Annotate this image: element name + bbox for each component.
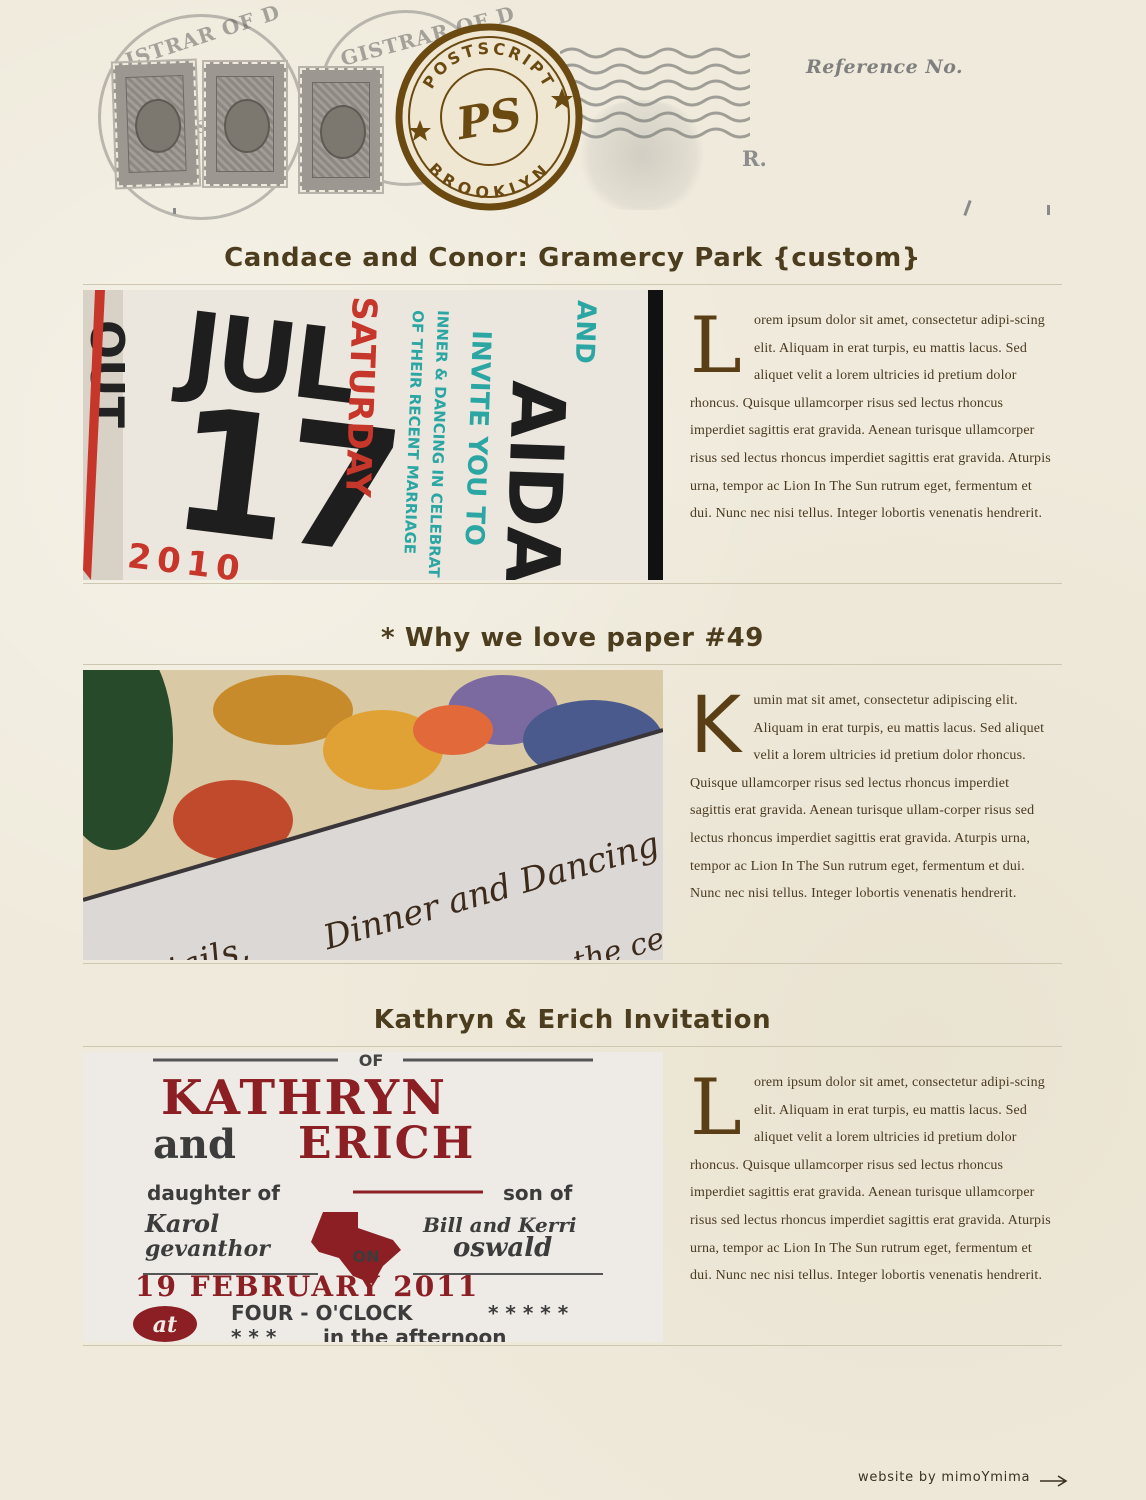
drop-cap: L — [690, 1063, 742, 1153]
post-body-text: orem ipsum dolor sit amet, consectetur a… — [690, 313, 1051, 522]
svg-text:FOUR - O'CLOCK: FOUR - O'CLOCK — [231, 1301, 414, 1325]
designer-credit-link[interactable]: website by mimoYmima — [858, 1470, 1030, 1485]
svg-text:ON: ON — [353, 1247, 380, 1266]
post-image[interactable]: Dinner and Dancing ctails, ing the cerem… — [83, 670, 663, 960]
post-image[interactable]: OUT JUL 17 2010 SATURDAY INNER & DANCING… — [83, 290, 663, 580]
postage-stamp-right — [300, 68, 382, 192]
post-2: * Why we love paper #49 Dinner and Danci… — [83, 620, 1062, 964]
svg-text:daughter of: daughter of — [147, 1181, 280, 1205]
divider — [83, 1345, 1062, 1346]
svg-text:and: and — [153, 1121, 236, 1168]
post-excerpt: K umin mat sit amet, consectetur adipisc… — [690, 687, 1052, 908]
ink-mark — [963, 199, 972, 217]
svg-text:SATURDAY: SATURDAY — [337, 296, 384, 499]
portrait-icon — [320, 105, 366, 159]
ink-mark — [1047, 205, 1050, 215]
postscript-brooklyn-logo[interactable]: POSTSCRIPT BROOKLYN PS — [394, 22, 584, 212]
svg-text:* * *: * * * — [231, 1325, 277, 1342]
svg-text:at: at — [153, 1312, 177, 1338]
long-right-arrow-icon[interactable] — [1040, 1474, 1068, 1488]
site-header: ISTRAR OF D GISTRAR OF D RANSVAL G. — [0, 0, 1146, 225]
svg-text:AIDA: AIDA — [488, 379, 581, 580]
svg-text:oswald: oswald — [453, 1233, 552, 1263]
portrait-icon — [224, 99, 270, 153]
post-body-text: umin mat sit amet, consectetur adipiscin… — [690, 693, 1045, 902]
post-body-text: orem ipsum dolor sit amet, consectetur a… — [690, 1075, 1051, 1284]
post-title[interactable]: Kathryn & Erich Invitation — [83, 1002, 1062, 1046]
svg-text:in the afternoon: in the afternoon — [323, 1325, 507, 1342]
reference-mark: R. — [742, 146, 767, 171]
post-excerpt: L orem ipsum dolor sit amet, consectetur… — [690, 307, 1052, 528]
svg-text:son of: son of — [503, 1181, 573, 1205]
divider — [83, 583, 1062, 584]
post-image[interactable]: OF KATHRYN and ERICH daughter of son of … — [83, 1052, 663, 1342]
drop-cap: L — [690, 301, 742, 391]
post-3: Kathryn & Erich Invitation OF KATHRYN an… — [83, 1002, 1062, 1346]
floral-card-image: Dinner and Dancing ctails, ing the cerem… — [83, 670, 663, 960]
svg-text:AND: AND — [569, 300, 601, 364]
post-1: Candace and Conor: Gramercy Park {custom… — [83, 240, 1062, 584]
svg-text:Karol: Karol — [144, 1209, 219, 1238]
drop-cap: K — [690, 681, 742, 771]
invitation-image-jul17: OUT JUL 17 2010 SATURDAY INNER & DANCING… — [83, 290, 663, 580]
svg-text:19 FEBRUARY 2011: 19 FEBRUARY 2011 — [135, 1270, 479, 1303]
post-excerpt: L orem ipsum dolor sit amet, consectetur… — [690, 1069, 1052, 1290]
svg-text:OF: OF — [359, 1052, 384, 1070]
svg-text:ERICH: ERICH — [298, 1118, 475, 1169]
ink-mark — [173, 208, 176, 214]
postage-stamp-left — [112, 60, 200, 188]
kathryn-erich-invitation-image: OF KATHRYN and ERICH daughter of son of … — [83, 1052, 663, 1342]
divider — [83, 963, 1062, 964]
post-title[interactable]: Candace and Conor: Gramercy Park {custom… — [83, 240, 1062, 284]
post-title[interactable]: * Why we love paper #49 — [83, 620, 1062, 664]
postage-stamp-middle — [204, 62, 286, 186]
reference-label: Reference No. — [806, 56, 964, 78]
coat-of-arms-icon — [572, 100, 712, 210]
svg-text:gevanthor: gevanthor — [145, 1236, 271, 1262]
svg-text:* * * * *: * * * * * — [488, 1301, 569, 1325]
